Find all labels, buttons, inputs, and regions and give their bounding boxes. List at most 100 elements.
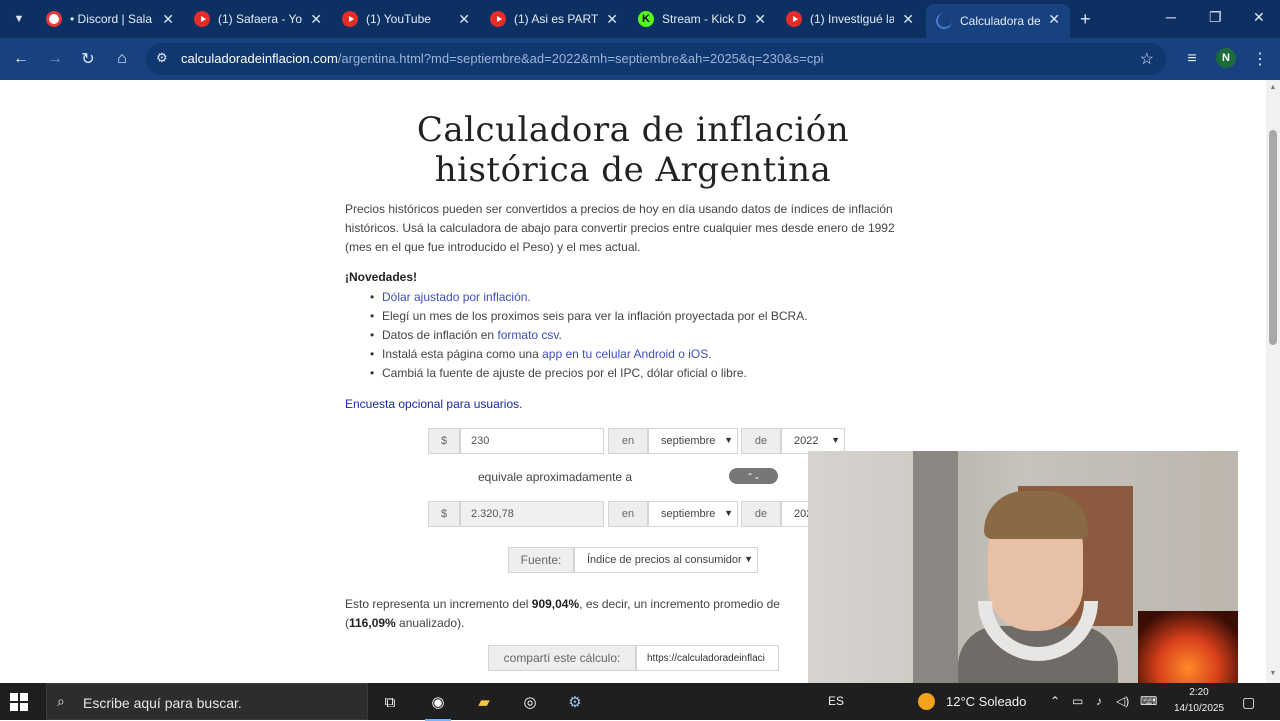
weather-widget[interactable]: 12°C Soleado [946,694,1026,709]
task-view-icon[interactable]: ⧉ [377,689,403,715]
fuente-row: Fuente: Índice de precios al consumidor ▼ [508,547,758,573]
close-icon[interactable]: ✕ [458,11,470,28]
chevron-up-icon[interactable]: ⌃ [1050,694,1060,708]
list-text: Datos de inflación en [382,328,498,342]
result-text: Esto representa un incremento del 909,04… [345,595,815,633]
tab-strip: ▼ • Discord | Sala T ✕ (1) Safaera - You… [0,0,1280,38]
list-text: Instalá esta página como una [382,347,543,361]
select-value: 2022 [794,435,819,447]
tab-discord[interactable]: • Discord | Sala T ✕ [36,4,184,34]
language-indicator[interactable]: ES [828,694,844,708]
fuente-label: Fuente: [508,547,574,573]
amount-input[interactable]: 230 [460,428,604,454]
bookmark-star-icon[interactable]: ☆ [1140,49,1154,69]
page-scrollbar[interactable]: ▲ ▼ [1266,80,1280,683]
month-to-select[interactable]: septiembre ▼ [648,501,738,527]
media-control-icon[interactable]: ≡ [1181,48,1203,70]
profile-avatar[interactable]: N [1216,48,1236,68]
result-annual-post: anualizado). [395,616,465,630]
taskbar-search-box[interactable]: ⌕ Escribe aquí para buscar. [46,683,368,720]
tab-safaera[interactable]: (1) Safaera - You ✕ [184,4,332,34]
youtube-icon [490,11,506,27]
volume-icon[interactable]: ◁) [1116,694,1129,708]
formato-csv-link[interactable]: formato csv [497,328,558,342]
tab-title: (1) Safaera - You [218,12,302,26]
close-icon[interactable]: ✕ [1048,11,1060,28]
scroll-down-arrow-icon[interactable]: ▼ [1269,670,1277,677]
discord-icon [46,11,62,27]
restore-button[interactable]: ❐ [1209,9,1222,26]
keyboard-icon[interactable]: ⌨ [1140,694,1157,708]
list-item: Elegí un mes de los proximos seis para v… [370,307,808,326]
minimize-button[interactable]: ─ [1166,9,1176,25]
en-label: en [608,428,648,454]
youtube-icon [786,11,802,27]
de-label: de [741,501,781,527]
scroll-up-arrow-icon[interactable]: ▲ [1269,84,1277,91]
fireplace-image [1138,611,1238,693]
steam-icon[interactable]: ⚙ [562,689,588,715]
tab-asi-es[interactable]: (1) Asi es PARTIC ✕ [480,4,628,34]
close-icon[interactable]: ✕ [902,11,914,28]
system-clock[interactable]: 2:20 14/10/2025 [1168,685,1230,717]
youtube-icon [342,11,358,27]
tab-calculadora[interactable]: Calculadora de ✕ [926,4,1070,38]
app-link[interactable]: app en tu celular Android o iOS [542,347,708,361]
windows-start-icon[interactable] [10,693,28,711]
browser-toolbar: ← → ↻ ⌂ ⚙ calculadoradeinflacion.com/arg… [0,38,1280,80]
chevron-down-icon: ▼ [724,508,733,518]
forward-icon[interactable]: → [44,48,66,70]
network-icon[interactable]: ▭ [1072,694,1083,708]
list-text: . [708,347,712,361]
en-label: en [608,501,648,527]
url-text[interactable]: calculadoradeinflacion.com/argentina.htm… [181,51,823,66]
month-from-select[interactable]: septiembre ▼ [648,428,738,454]
close-icon[interactable]: ✕ [162,11,174,28]
youtube-icon [194,11,210,27]
site-info-icon[interactable]: ⚙ [156,50,168,66]
home-icon[interactable]: ⌂ [111,48,133,70]
close-icon[interactable]: ✕ [606,11,618,28]
swap-toggle-icon[interactable]: ⌃⌄ [729,468,778,484]
de-label: de [741,428,781,454]
close-icon[interactable]: ✕ [754,11,766,28]
tab-youtube[interactable]: (1) YouTube ✕ [332,4,480,34]
encuesta-link[interactable]: Encuesta opcional para usuarios. [345,397,522,411]
result-mid: , es decir, un incremento promedio de [579,597,780,611]
list-text: . [558,328,562,342]
new-tab-button[interactable]: + [1080,9,1091,30]
window-close-button[interactable]: ✕ [1253,9,1265,26]
back-icon[interactable]: ← [10,48,32,70]
webcam-overlay [808,451,1238,693]
result-annual-percent: 116,09% [349,616,396,630]
list-item: Cambiá la fuente de ajuste de precios po… [370,364,808,383]
chevron-down-icon: ▼ [13,13,25,25]
microphone-icon[interactable]: ♪ [1096,694,1102,708]
select-value: Índice de precios al consumidor [587,554,742,566]
search-icon: ⌕ [57,693,65,709]
file-explorer-icon[interactable]: ▰ [471,689,497,715]
notification-icon[interactable]: ▢ [1242,694,1255,711]
menu-dots-icon[interactable]: ⋮ [1249,48,1271,70]
app-icon[interactable]: ◎ [517,689,543,715]
result-pre: Esto representa un incremento del [345,597,532,611]
fuente-select[interactable]: Índice de precios al consumidor ▼ [574,547,758,573]
result-percent: 909,04% [531,597,580,611]
address-bar[interactable]: ⚙ calculadoradeinflacion.com/argentina.h… [146,43,1166,75]
kick-icon: K [638,11,654,27]
scrollbar-thumb[interactable] [1269,130,1277,345]
tab-investigue[interactable]: (1) Investigué la ✕ [776,4,924,34]
page-title: Calculadora de inflación histórica de Ar… [345,110,921,190]
chevron-down-icon: ▼ [724,435,733,445]
close-icon[interactable]: ✕ [310,11,322,28]
chrome-icon[interactable]: ◉ [425,689,451,721]
chevron-down-icon: ▼ [831,435,840,445]
tab-search-button[interactable]: ▼ [8,8,30,30]
currency-prefix: $ [428,501,460,527]
share-url-field[interactable]: https://calculadoradeinflaci [636,645,779,671]
dolar-ajustado-link[interactable]: Dólar ajustado por inflación. [382,290,531,304]
tab-kick[interactable]: K Stream - Kick Da ✕ [628,4,776,34]
input-row: $ 230 en septiembre ▼ de 2022 ▼ [428,428,845,454]
reload-icon[interactable]: ↻ [77,48,99,70]
windows-taskbar: ⌕ Escribe aquí para buscar. ⧉ ◉ ▰ ◎ ⚙ ES… [0,683,1280,721]
